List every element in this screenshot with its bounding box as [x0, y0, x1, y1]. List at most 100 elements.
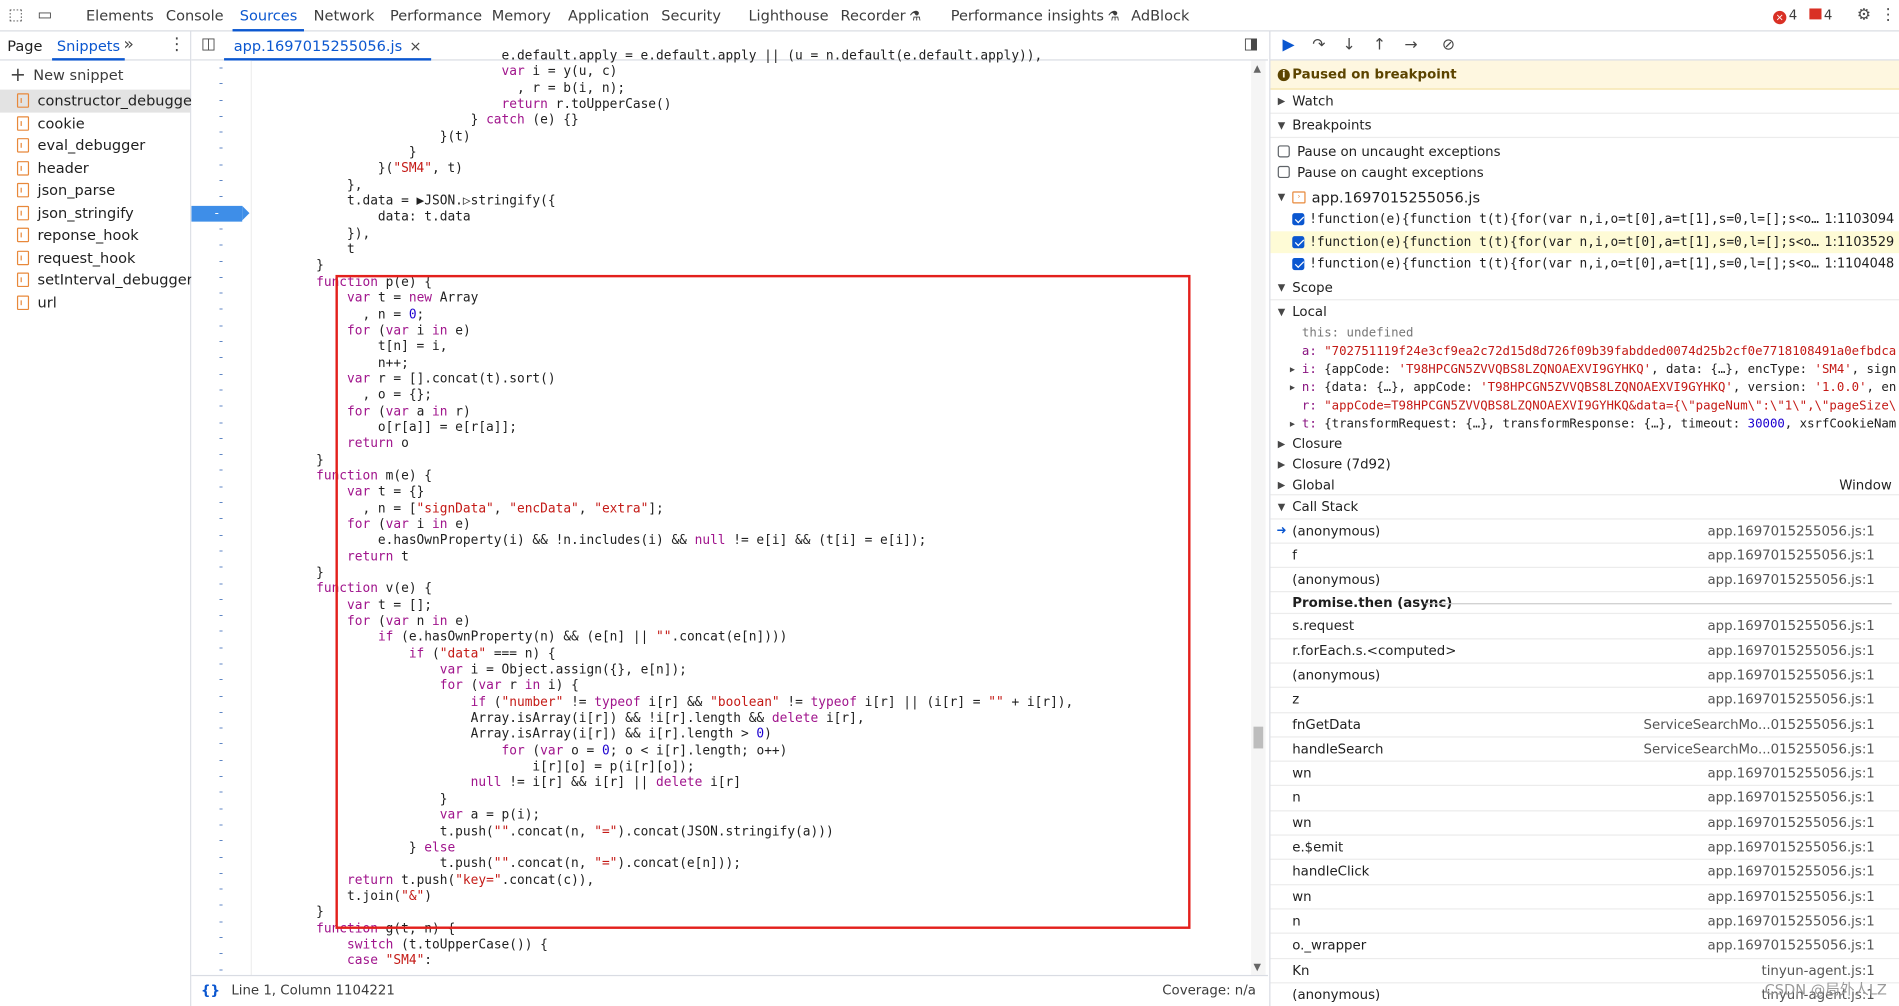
breakpoint-checkbox[interactable]: [1292, 257, 1305, 271]
code-line[interactable]: var t = new Array: [254, 291, 1247, 307]
breakpoint-checkbox[interactable]: [1292, 235, 1305, 248]
code-line[interactable]: e.default.apply = e.default.apply || (u …: [254, 48, 1247, 64]
breakpoint-item[interactable]: !function(e){function t(t){for(var n,i,o…: [1270, 230, 1899, 254]
gutter-marker[interactable]: -: [191, 850, 250, 866]
code-line[interactable]: e.hasOwnProperty(i) && !n.includes(i) &&…: [254, 533, 1247, 549]
code-line[interactable]: var r = [].concat(t).sort(): [254, 372, 1247, 388]
tab-recorder[interactable]: Recorder ⚗: [841, 0, 922, 31]
code-line[interactable]: , n = 0;: [254, 307, 1247, 323]
inspect-element-icon[interactable]: ⬚: [5, 5, 27, 27]
code-line[interactable]: if ("data" === n) {: [254, 646, 1247, 662]
call-frame-location[interactable]: app.1697015255056.js:1: [1707, 909, 1874, 934]
gutter-marker[interactable]: -: [191, 608, 250, 624]
coverage-status[interactable]: Coverage: n/a: [1162, 976, 1256, 1005]
breakpoint-item[interactable]: !function(e){function t(t){for(var n,i,o…: [1270, 208, 1899, 230]
toggle-navigator-icon[interactable]: ◫: [201, 35, 216, 53]
new-snippet-button[interactable]: + New snippet: [0, 61, 190, 90]
code-line[interactable]: o[r[a]] = e[r[a]];: [254, 420, 1247, 436]
step-over-icon[interactable]: ↷: [1308, 35, 1330, 57]
gutter-marker[interactable]: -: [191, 640, 250, 656]
code-line[interactable]: switch (t.toUpperCase()) {: [254, 937, 1247, 953]
call-frame[interactable]: n app.1697015255056.js:1: [1270, 909, 1899, 935]
code-line[interactable]: }),: [254, 226, 1247, 242]
code-line[interactable]: , r = b(i, n);: [254, 81, 1247, 97]
gutter-marker[interactable]: -: [191, 930, 250, 946]
call-frame-location[interactable]: app.1697015255056.js:1: [1707, 519, 1874, 544]
editor-scrollbar[interactable]: ▲ ▼: [1251, 60, 1266, 975]
scope-closure[interactable]: ▶ Closure: [1270, 433, 1899, 454]
call-frame[interactable]: o._wrapper app.1697015255056.js:1: [1270, 934, 1899, 959]
code-line[interactable]: return r.toUpperCase(): [254, 97, 1247, 113]
code-line[interactable]: },: [254, 178, 1247, 194]
code-line[interactable]: for (var i in e): [254, 323, 1247, 339]
snippet-item[interactable]: url: [0, 291, 190, 313]
breakpoint-item[interactable]: !function(e){function t(t){for(var n,i,o…: [1270, 253, 1899, 275]
code-line[interactable]: for (var a in r): [254, 404, 1247, 420]
code-line[interactable]: t.data = ▶JSON.▷stringify({: [254, 194, 1247, 210]
gutter-marker[interactable]: -: [191, 463, 250, 479]
gear-icon[interactable]: ⚙: [1853, 5, 1875, 27]
gutter-marker[interactable]: -: [191, 705, 250, 721]
code-line[interactable]: Array.isArray(i[r]) && i[r].length > 0): [254, 727, 1247, 743]
snippet-item[interactable]: eval_debugger: [0, 134, 190, 156]
code-line[interactable]: }: [254, 792, 1247, 808]
call-frame-location[interactable]: app.1697015255056.js:1: [1707, 885, 1874, 910]
call-frame[interactable]: (anonymous) app.1697015255056.js:1: [1270, 664, 1899, 689]
code-line[interactable]: } catch (e) {}: [254, 113, 1247, 129]
call-frame[interactable]: fnGetData ServiceSearchMo...015255056.js:…: [1270, 713, 1899, 738]
gutter-marker[interactable]: -: [191, 286, 250, 302]
scope-global[interactable]: ▶ Global Window: [1270, 474, 1899, 495]
scope-var-a[interactable]: a: "702751119f24e3cf9ea2c72d15d8d726f09b…: [1270, 342, 1899, 360]
navigator-menu-icon[interactable]: ⋮: [168, 31, 185, 58]
device-toolbar-icon[interactable]: ▭: [34, 5, 56, 27]
tab-lighthouse[interactable]: Lighthouse: [748, 0, 828, 31]
gutter-marker[interactable]: -: [191, 189, 250, 205]
gutter-marker[interactable]: -: [191, 109, 250, 125]
scope-var-i[interactable]: ▶ i: {appCode: 'T98HPCGN5ZVVQBS8LZQNOAEXV…: [1270, 360, 1899, 378]
scope-local[interactable]: ▼ Local: [1270, 300, 1899, 324]
gutter-marker[interactable]: -: [191, 834, 250, 850]
code-line[interactable]: t.push("".concat(n, "=").concat(JSON.str…: [254, 824, 1247, 840]
gutter-marker[interactable]: -: [191, 560, 250, 576]
section-watch[interactable]: ▶ Watch: [1270, 90, 1899, 114]
call-frame-location[interactable]: app.1697015255056.js:1: [1707, 811, 1874, 836]
code-line[interactable]: case "SM4":: [254, 953, 1247, 969]
code-line[interactable]: if ("number" != typeof i[r] && "boolean"…: [254, 695, 1247, 711]
tab-performance-insights[interactable]: Performance insights ⚗: [951, 0, 1120, 31]
call-frame-location[interactable]: app.1697015255056.js:1: [1707, 762, 1874, 787]
code-line[interactable]: , o = {};: [254, 388, 1247, 404]
error-count-badge[interactable]: × 4: [1773, 7, 1797, 25]
gutter-marker[interactable]: -: [191, 77, 250, 93]
gutter-marker[interactable]: -: [191, 367, 250, 383]
pause-caught-checkbox[interactable]: Pause on caught exceptions: [1270, 162, 1899, 183]
snippet-item[interactable]: header: [0, 157, 190, 179]
breakpoint-checkbox[interactable]: [1292, 213, 1305, 226]
code-line[interactable]: }: [254, 145, 1247, 161]
tab-elements[interactable]: Elements: [86, 0, 154, 31]
step-icon[interactable]: →: [1400, 35, 1422, 57]
warning-count-badge[interactable]: 4: [1809, 7, 1832, 23]
code-line[interactable]: for (var n in e): [254, 614, 1247, 630]
section-scope[interactable]: ▼ Scope: [1270, 276, 1899, 300]
call-frame[interactable]: r.forEach.s.<computed> app.1697015255056.…: [1270, 639, 1899, 664]
call-frame[interactable]: ➜ (anonymous) app.1697015255056.js:1: [1270, 519, 1899, 544]
gutter-marker[interactable]: -: [191, 350, 250, 366]
code-line[interactable]: return o: [254, 436, 1247, 452]
code-line[interactable]: null != i[r] && i[r] || delete i[r]: [254, 776, 1247, 792]
gutter-marker[interactable]: -: [191, 511, 250, 527]
code-line[interactable]: var i = y(u, c): [254, 65, 1247, 81]
scope-var-t[interactable]: ▶ t: {transformRequest: {…}, transformRes…: [1270, 415, 1899, 433]
call-frame-location[interactable]: app.1697015255056.js:1: [1707, 836, 1874, 861]
breakpoint-marker[interactable]: -: [191, 205, 250, 222]
breakpoint-file-group[interactable]: ▼ › app.1697015255056.js: [1270, 187, 1899, 209]
nav-tab-page[interactable]: Page: [7, 31, 42, 60]
checkbox[interactable]: [1277, 165, 1290, 179]
call-frame-location[interactable]: app.1697015255056.js:1: [1707, 934, 1874, 959]
code-line[interactable]: var i = Object.assign({}, e[n]);: [254, 663, 1247, 679]
code-line[interactable]: }(t): [254, 129, 1247, 145]
code-line[interactable]: }("SM4", t): [254, 162, 1247, 178]
call-frame-location[interactable]: app.1697015255056.js:1: [1707, 860, 1874, 885]
checkbox[interactable]: [1277, 145, 1290, 158]
gutter-marker[interactable]: -: [191, 801, 250, 817]
gutter-marker[interactable]: -: [191, 238, 250, 254]
